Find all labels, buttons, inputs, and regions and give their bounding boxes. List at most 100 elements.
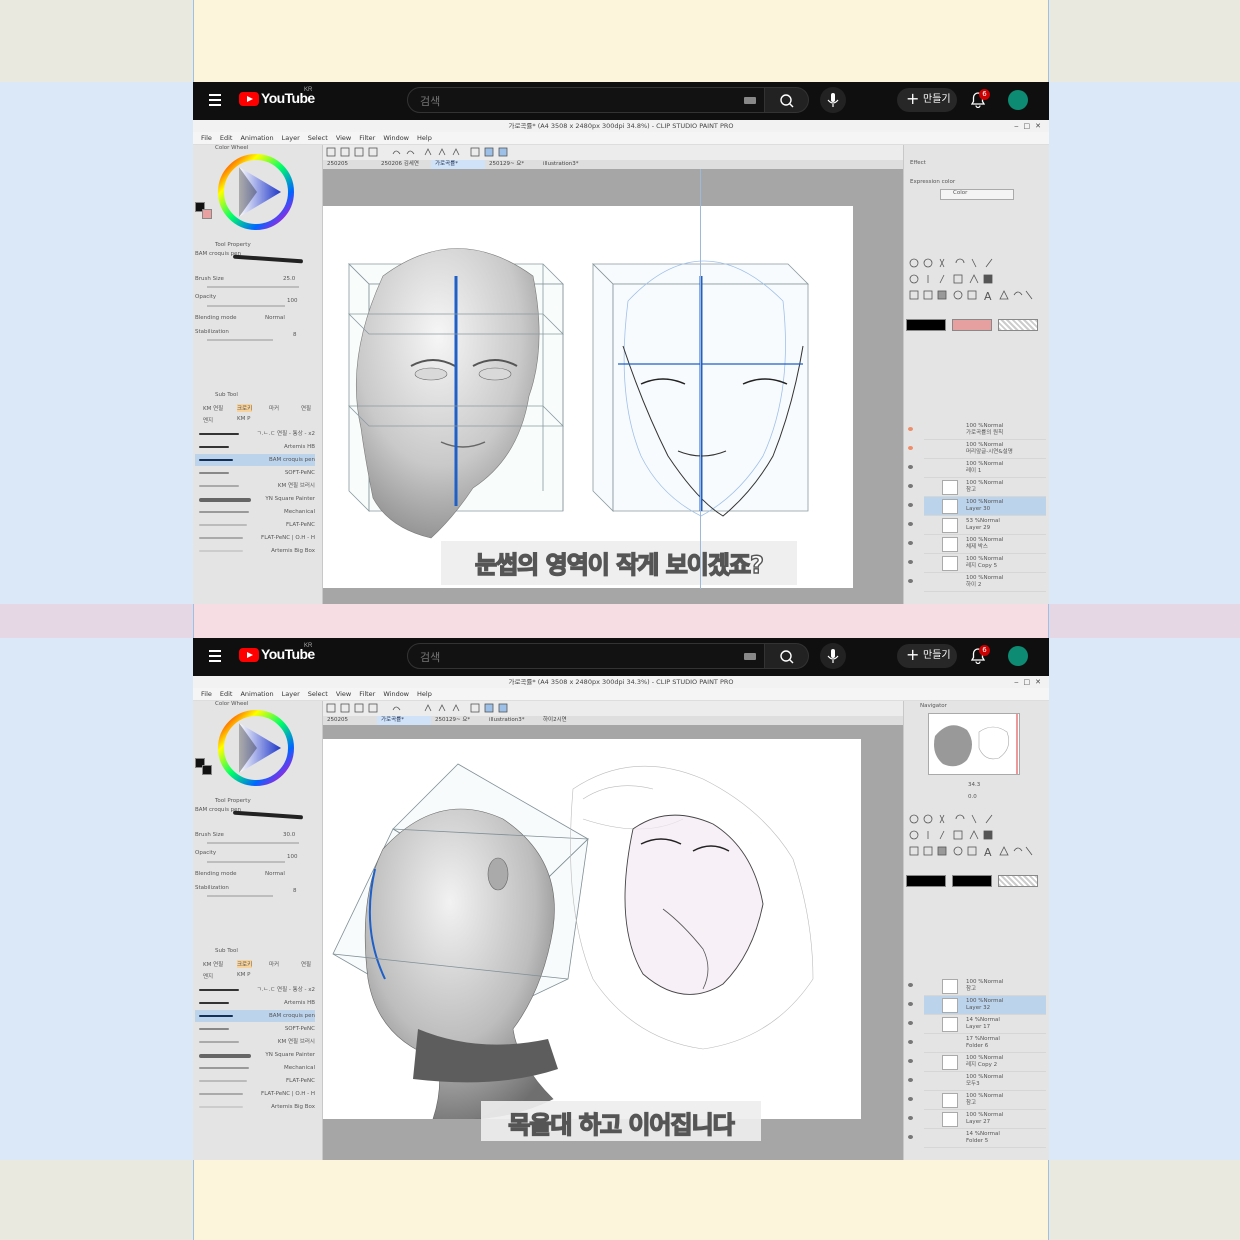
- create-button[interactable]: 만들기: [897, 87, 957, 112]
- search-button[interactable]: [765, 87, 809, 113]
- canvas-paper[interactable]: 목울대 하고 이어집니다: [323, 739, 861, 1141]
- doc-tab[interactable]: 250205: [323, 716, 377, 725]
- zoom-value[interactable]: 34.3: [968, 782, 980, 788]
- brush-item[interactable]: KM 연필 브러시: [195, 1036, 315, 1048]
- brush-item[interactable]: FLAT-PeNC: [195, 519, 315, 531]
- youtube-logo-icon[interactable]: [239, 92, 259, 106]
- subtool-tab-1[interactable]: KM 연필: [203, 404, 223, 412]
- menu-view[interactable]: View: [336, 132, 351, 144]
- layer-row[interactable]: 100 %Normal 참고: [908, 977, 1046, 996]
- visibility-icon[interactable]: [908, 427, 913, 431]
- brush-item[interactable]: SOFT-PeNC: [195, 467, 315, 479]
- visibility-icon[interactable]: [908, 541, 913, 545]
- opacity-slider[interactable]: [207, 861, 285, 863]
- mic-button[interactable]: [820, 643, 846, 669]
- layer-row[interactable]: 100 %Normal 하이 2: [908, 573, 1046, 592]
- visibility-icon[interactable]: [908, 1078, 913, 1082]
- layer-row[interactable]: 100 %Normal 레지 Copy 2: [908, 1053, 1046, 1072]
- layer-row[interactable]: 14 %Normal Folder 5: [908, 1129, 1046, 1148]
- brush-item[interactable]: Artemis Big Box: [195, 1101, 315, 1113]
- brush-item[interactable]: YN Square Painter: [195, 493, 315, 505]
- color-wheel[interactable]: [217, 709, 295, 787]
- subtool-tab-3[interactable]: 마커: [269, 960, 279, 968]
- menu-window[interactable]: Window: [383, 688, 409, 700]
- doc-tab-active[interactable]: 가로곡률*: [431, 160, 485, 169]
- doc-tab-active[interactable]: 가로곡률*: [377, 716, 431, 725]
- menu-select[interactable]: Select: [308, 688, 328, 700]
- color-black-swatch[interactable]: [906, 875, 946, 887]
- brush-item[interactable]: ㄱ.ㄴ.ㄷ 연필 - 통상 - x2: [195, 984, 315, 996]
- search-box[interactable]: [407, 643, 765, 669]
- subtool-tab-4[interactable]: 연필: [301, 960, 311, 968]
- menu-icon[interactable]: [209, 94, 221, 106]
- brush-size-value[interactable]: 30.0: [283, 832, 295, 838]
- command-bar[interactable]: [323, 701, 903, 716]
- color-black-swatch[interactable]: [906, 319, 946, 331]
- stabilization-value[interactable]: 8: [293, 888, 297, 894]
- visibility-icon[interactable]: [908, 465, 913, 469]
- layer-row-selected[interactable]: 100 %Normal Layer 32: [908, 996, 1046, 1015]
- layer-row[interactable]: 53 %Normal Layer 29: [908, 516, 1046, 535]
- canvas-paper[interactable]: 눈썹의 영역이 작게 보이겠죠?: [323, 206, 853, 588]
- subtool-tab-5[interactable]: 멘지: [203, 972, 213, 980]
- subtool-tab-2[interactable]: 크로키: [237, 960, 253, 968]
- brush-item[interactable]: FLAT-PeNC | O.H - H: [195, 1088, 315, 1100]
- subtool-tab-2[interactable]: 크로키: [237, 404, 253, 412]
- command-bar[interactable]: [323, 145, 903, 160]
- brush-item[interactable]: BAM croquis pen: [195, 454, 315, 466]
- rotation-value[interactable]: 0.0: [968, 794, 977, 800]
- menu-filter[interactable]: Filter: [359, 132, 375, 144]
- menu-window[interactable]: Window: [383, 132, 409, 144]
- menu-filter[interactable]: Filter: [359, 688, 375, 700]
- layer-row[interactable]: 100 %Normal 모두3: [908, 1072, 1046, 1091]
- search-input[interactable]: [418, 92, 722, 110]
- menu-help[interactable]: Help: [417, 132, 432, 144]
- visibility-icon[interactable]: [908, 1059, 913, 1063]
- brush-item[interactable]: Artemis HB: [195, 441, 315, 453]
- layer-row[interactable]: 100 %Normal 머리앞글-시연&설명: [908, 440, 1046, 459]
- opacity-value[interactable]: 100: [287, 854, 298, 860]
- visibility-icon[interactable]: [908, 1116, 913, 1120]
- subtool-tab-6[interactable]: KM P: [237, 972, 250, 978]
- menu-edit[interactable]: Edit: [220, 132, 233, 144]
- avatar[interactable]: [1008, 646, 1028, 666]
- subtool-tab-4[interactable]: 연필: [301, 404, 311, 412]
- brush-item[interactable]: Artemis Big Box: [195, 545, 315, 557]
- menu-layer[interactable]: Layer: [282, 688, 300, 700]
- brush-item[interactable]: Artemis HB: [195, 997, 315, 1009]
- brush-item[interactable]: Mechanical: [195, 1062, 315, 1074]
- brush-item[interactable]: YN Square Painter: [195, 1049, 315, 1061]
- color-wheel[interactable]: [217, 153, 295, 231]
- color-black-swatch-2[interactable]: [952, 875, 992, 887]
- tool-palette[interactable]: A: [906, 811, 1042, 873]
- mic-button[interactable]: [820, 87, 846, 113]
- create-button[interactable]: 만들기: [897, 643, 957, 668]
- menu-animation[interactable]: Animation: [240, 132, 273, 144]
- brush-item[interactable]: BAM croquis pen: [195, 1010, 315, 1022]
- layer-row[interactable]: 100 %Normal 가로곡률의 원칙: [908, 421, 1046, 440]
- layer-row[interactable]: 100 %Normal 참고: [908, 478, 1046, 497]
- layer-row[interactable]: 100 %Normal 레지 Copy 5: [908, 554, 1046, 573]
- visibility-icon[interactable]: [908, 484, 913, 488]
- window-controls[interactable]: ‒□✕: [1014, 120, 1046, 132]
- visibility-icon[interactable]: [908, 1135, 913, 1139]
- opacity-slider[interactable]: [207, 305, 285, 307]
- doc-tab[interactable]: illustration3*: [539, 160, 593, 169]
- visibility-icon[interactable]: [908, 1002, 913, 1006]
- doc-tab[interactable]: 250129~ 요*: [431, 716, 485, 725]
- subtool-tab-6[interactable]: KM P: [237, 416, 250, 422]
- opacity-value[interactable]: 100: [287, 298, 298, 304]
- brush-item[interactable]: FLAT-PeNC | O.H - H: [195, 532, 315, 544]
- blending-mode-select[interactable]: Normal: [265, 871, 285, 877]
- doc-tab[interactable]: illustration3*: [485, 716, 539, 725]
- brush-size-value[interactable]: 25.0: [283, 276, 295, 282]
- stabilization-value[interactable]: 8: [293, 332, 297, 338]
- color-pink-swatch[interactable]: [952, 319, 992, 331]
- layer-row[interactable]: 14 %Normal Layer 17: [908, 1015, 1046, 1034]
- menu-edit[interactable]: Edit: [220, 688, 233, 700]
- navigator-preview[interactable]: [928, 713, 1020, 775]
- visibility-icon[interactable]: [908, 983, 913, 987]
- subtool-tab-3[interactable]: 마커: [269, 404, 279, 412]
- menu-file[interactable]: File: [201, 132, 212, 144]
- subtool-tab-5[interactable]: 멘지: [203, 416, 213, 424]
